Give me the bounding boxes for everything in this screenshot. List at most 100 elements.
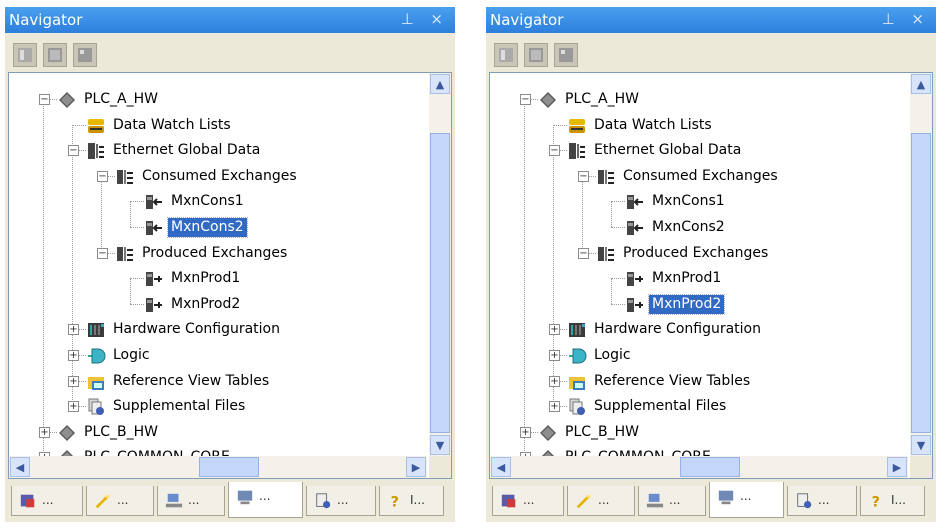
- tree-view: − PLC_A_HW Data Watch Lists − Ethernet Globa…: [490, 73, 908, 456]
- project-icon: [500, 492, 518, 510]
- scroll-down-button[interactable]: ▼: [430, 435, 450, 455]
- expander-toggle[interactable]: +: [68, 375, 79, 387]
- plc-diamond-icon: [538, 90, 558, 110]
- project-tree: − PLC_A_HW Data Watch Lists − Ethernet Globa…: [489, 72, 933, 479]
- scroll-right-button[interactable]: ▶: [887, 457, 907, 477]
- navigator-icon: [236, 488, 254, 506]
- tab-network[interactable]: ...: [157, 486, 225, 516]
- title-bar: Navigator ⊥ ×: [486, 7, 936, 33]
- expander-toggle[interactable]: +: [549, 324, 560, 336]
- tree-node-label: Logic: [113, 347, 150, 363]
- vertical-scrollbar[interactable]: ▲ ▼: [910, 73, 932, 456]
- tree-view: − PLC_A_HW Data Watch Lists − Ethernet Globa…: [9, 73, 427, 456]
- scroll-up-button[interactable]: ▲: [430, 74, 450, 94]
- exchanges-icon: [596, 167, 616, 187]
- expander-toggle[interactable]: +: [549, 350, 560, 361]
- tree-guide: [130, 303, 144, 305]
- consume-icon: [144, 192, 164, 212]
- expander-toggle[interactable]: +: [549, 375, 560, 387]
- network-icon: [165, 492, 183, 510]
- scroll-down-button[interactable]: ▼: [911, 435, 931, 455]
- tree-guide: [130, 201, 131, 227]
- tab-wand[interactable]: ...: [86, 486, 154, 516]
- grid-button[interactable]: [524, 43, 548, 67]
- ethernet-icon: [567, 141, 587, 161]
- expander-toggle[interactable]: −: [520, 94, 531, 105]
- navigator-panel-left: Navigator ⊥ × − PLC_A_HW Data Watch Lists − Et…: [5, 7, 455, 522]
- scroll-thumb[interactable]: [199, 457, 259, 477]
- plc-diamond-icon: [538, 448, 558, 456]
- tree-guide: [611, 278, 612, 304]
- properties-button[interactable]: [13, 43, 37, 67]
- expander-toggle[interactable]: +: [68, 324, 79, 336]
- tab-docs[interactable]: ...: [306, 486, 376, 516]
- horizontal-scrollbar[interactable]: ◀ ▶: [490, 456, 908, 478]
- wand-icon: [575, 492, 593, 510]
- tree-guide: [611, 278, 625, 280]
- scroll-corner: [910, 456, 932, 478]
- pin-close-icons[interactable]: ⊥ ×: [401, 10, 449, 28]
- expander-toggle[interactable]: −: [68, 145, 79, 157]
- tree-node-label: Data Watch Lists: [113, 116, 231, 133]
- expander-toggle[interactable]: −: [578, 247, 589, 259]
- expander-toggle[interactable]: +: [549, 401, 560, 413]
- expander-toggle[interactable]: −: [97, 247, 108, 259]
- tree-node-label: Logic: [594, 347, 631, 363]
- scroll-up-button[interactable]: ▲: [911, 74, 931, 94]
- tree-node-label: Consumed Exchanges: [142, 167, 297, 184]
- grid-button[interactable]: [43, 43, 67, 67]
- tree-node-label: MxnCons1: [652, 193, 725, 210]
- tree-node-label: MxnProd1: [171, 270, 241, 287]
- expander-toggle[interactable]: +: [68, 401, 79, 413]
- tab-docs[interactable]: ...: [787, 486, 857, 516]
- produce-icon: [625, 269, 645, 289]
- scroll-thumb[interactable]: [911, 133, 931, 433]
- tree-guide: [553, 124, 567, 126]
- docs-icon: [314, 492, 332, 510]
- plc-diamond-icon: [57, 423, 77, 443]
- expander-toggle[interactable]: −: [39, 94, 50, 105]
- horizontal-scrollbar[interactable]: ◀ ▶: [9, 456, 427, 478]
- plc-diamond-icon: [57, 90, 77, 110]
- tree-node-label: Data Watch Lists: [594, 116, 712, 133]
- plc-diamond-icon: [538, 423, 558, 443]
- expander-toggle[interactable]: −: [549, 145, 560, 157]
- layout-button[interactable]: [554, 43, 578, 67]
- layout-icon: [556, 45, 576, 65]
- tree-node-label: Supplemental Files: [594, 398, 727, 415]
- tree-guide: [611, 201, 625, 203]
- tab-help[interactable]: ? I...: [379, 486, 444, 516]
- tab-network[interactable]: ...: [638, 486, 706, 516]
- tree-node-label: Reference View Tables: [113, 372, 270, 389]
- scroll-left-button[interactable]: ◀: [10, 457, 30, 477]
- expander-toggle[interactable]: +: [39, 426, 50, 438]
- consume-icon: [144, 218, 164, 238]
- ethernet-icon: [86, 141, 106, 161]
- exchanges-icon: [115, 167, 135, 187]
- properties-button[interactable]: [494, 43, 518, 67]
- pin-close-icons[interactable]: ⊥ ×: [882, 10, 930, 28]
- tree-node-label: PLC_B_HW: [565, 423, 639, 440]
- supplemental-files-icon: [567, 397, 587, 417]
- scroll-left-button[interactable]: ◀: [491, 457, 511, 477]
- expander-toggle[interactable]: +: [68, 350, 79, 361]
- title-bar: Navigator ⊥ ×: [5, 7, 455, 33]
- vertical-scrollbar[interactable]: ▲ ▼: [429, 73, 451, 456]
- hardware-icon: [86, 320, 106, 340]
- tab-navigator[interactable]: ...: [228, 482, 303, 518]
- tree-guide: [101, 175, 102, 253]
- expander-toggle[interactable]: −: [97, 170, 108, 182]
- layout-button[interactable]: [73, 43, 97, 67]
- scroll-right-button[interactable]: ▶: [406, 457, 426, 477]
- tab-label: ...: [818, 493, 830, 507]
- tab-navigator[interactable]: ...: [709, 482, 784, 518]
- tab-wand[interactable]: ...: [567, 486, 635, 516]
- tab-help[interactable]: ? I...: [860, 486, 925, 516]
- tab-project[interactable]: ...: [11, 486, 83, 516]
- tree-guide: [130, 201, 144, 203]
- scroll-thumb[interactable]: [680, 457, 740, 477]
- tab-project[interactable]: ...: [492, 486, 564, 516]
- expander-toggle[interactable]: +: [520, 426, 531, 438]
- scroll-thumb[interactable]: [430, 133, 450, 433]
- expander-toggle[interactable]: −: [578, 170, 589, 182]
